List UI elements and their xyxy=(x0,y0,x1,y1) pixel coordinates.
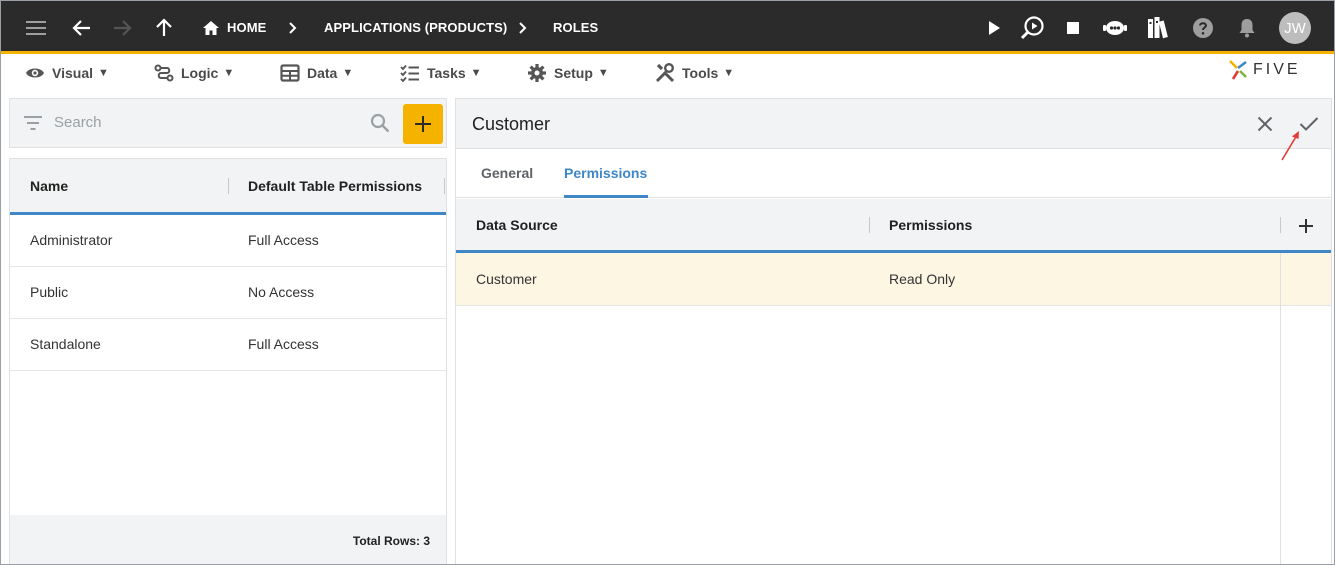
table-icon xyxy=(280,64,300,82)
breadcrumb-roles[interactable]: ROLES xyxy=(553,1,598,54)
table-row[interactable]: Public No Access xyxy=(10,267,446,319)
library-books-icon[interactable] xyxy=(1145,1,1173,54)
column-header-name[interactable]: Name xyxy=(30,178,68,194)
five-logo-mark-icon xyxy=(1229,60,1247,80)
logic-flow-icon xyxy=(154,64,174,82)
search-icon[interactable] xyxy=(370,113,390,133)
table-row[interactable]: Standalone Full Access xyxy=(10,319,446,371)
tab-permissions[interactable]: Permissions xyxy=(564,165,647,181)
column-divider[interactable] xyxy=(869,217,870,233)
caret-down-icon: ▼ xyxy=(723,67,735,79)
row-permissions: Read Only xyxy=(889,271,956,287)
form-header: Customer xyxy=(456,99,1331,149)
search-box: Search xyxy=(9,98,447,148)
roles-list: Name Default Table Permissions Administr… xyxy=(9,158,447,564)
record-form: Customer General Permissions Data Source… xyxy=(455,98,1332,564)
add-record-button[interactable] xyxy=(403,104,443,144)
help-icon[interactable] xyxy=(1191,1,1215,54)
plus-icon xyxy=(415,116,431,132)
menu-logic[interactable]: Logic ▼ xyxy=(154,54,234,92)
five-logo: FIVE xyxy=(1228,59,1301,81)
chevron-right-icon xyxy=(287,1,299,54)
column-header-permissions[interactable]: Permissions xyxy=(889,217,972,233)
permissions-grid-header: Data Source Permissions xyxy=(456,199,1331,253)
filter-icon[interactable] xyxy=(24,116,42,130)
close-button[interactable] xyxy=(1252,111,1278,137)
table-row[interactable]: Administrator Full Access xyxy=(10,215,446,267)
menu-visual-label: Visual xyxy=(52,65,93,81)
column-divider[interactable] xyxy=(228,178,229,194)
up-arrow-icon[interactable] xyxy=(151,1,177,54)
form-title: Customer xyxy=(472,114,551,134)
chat-bot-icon[interactable] xyxy=(1101,1,1129,54)
menu-tools[interactable]: Tools ▼ xyxy=(655,54,734,92)
tools-icon xyxy=(655,63,675,83)
menu-tools-label: Tools xyxy=(682,65,719,81)
debug-search-play-icon[interactable] xyxy=(1019,1,1047,54)
chevron-right-icon xyxy=(517,1,529,54)
row-permission: Full Access xyxy=(248,336,319,352)
row-permission: No Access xyxy=(248,284,315,300)
top-bar: HOME APPLICATIONS (PRODUCTS) ROLES JW xyxy=(1,1,1334,54)
form-tabs: General Permissions xyxy=(456,149,1331,198)
back-arrow-icon[interactable] xyxy=(69,1,95,54)
app-window: HOME APPLICATIONS (PRODUCTS) ROLES JW Vi… xyxy=(0,0,1335,565)
menu-data-label: Data xyxy=(307,65,338,81)
close-icon xyxy=(1257,116,1273,132)
gear-icon xyxy=(528,64,546,82)
notifications-bell-icon[interactable] xyxy=(1235,1,1259,54)
list-footer: Total Rows: 3 xyxy=(10,515,446,564)
five-logo-text: FIVE xyxy=(1253,61,1301,78)
hamburger-menu-icon[interactable] xyxy=(23,1,51,54)
breadcrumb-applications[interactable]: APPLICATIONS (PRODUCTS) xyxy=(324,1,507,54)
menu-visual[interactable]: Visual ▼ xyxy=(25,54,109,92)
table-row[interactable]: Customer Read Only xyxy=(456,253,1331,306)
row-data-source: Customer xyxy=(476,271,537,287)
row-name: Standalone xyxy=(30,336,101,352)
search-input[interactable]: Search xyxy=(54,114,102,131)
menu-tasks[interactable]: Tasks ▼ xyxy=(400,54,482,92)
menu-logic-label: Logic xyxy=(181,65,219,81)
forward-arrow-icon[interactable] xyxy=(109,1,135,54)
home-icon[interactable] xyxy=(201,1,221,54)
column-divider[interactable] xyxy=(444,178,445,194)
menu-tasks-label: Tasks xyxy=(427,65,466,81)
add-permission-plus-icon[interactable] xyxy=(1299,219,1313,233)
menu-data[interactable]: Data ▼ xyxy=(280,54,353,92)
active-tab-indicator xyxy=(564,195,648,198)
breadcrumb-home[interactable]: HOME xyxy=(227,1,266,54)
stop-icon[interactable] xyxy=(1063,1,1083,54)
row-name: Public xyxy=(30,284,69,300)
menu-setup-label: Setup xyxy=(554,65,593,81)
column-header-data-source[interactable]: Data Source xyxy=(476,217,558,233)
grid-action-column-divider xyxy=(1280,253,1281,564)
caret-down-icon: ▼ xyxy=(597,67,609,79)
list-header: Name Default Table Permissions xyxy=(10,159,446,215)
caret-down-icon: ▼ xyxy=(342,67,354,79)
menu-bar: Visual ▼ Logic ▼ Data ▼ Tasks ▼ Setup ▼ … xyxy=(1,54,1334,92)
row-name: Administrator xyxy=(30,232,113,248)
user-avatar[interactable]: JW xyxy=(1279,12,1311,44)
menu-setup[interactable]: Setup ▼ xyxy=(527,54,609,92)
column-divider[interactable] xyxy=(1280,217,1281,233)
column-header-default-permissions[interactable]: Default Table Permissions xyxy=(248,178,422,194)
row-permission: Full Access xyxy=(248,232,319,248)
caret-down-icon: ▼ xyxy=(223,67,235,79)
caret-down-icon: ▼ xyxy=(470,67,482,79)
caret-down-icon: ▼ xyxy=(98,67,109,79)
checklist-icon xyxy=(400,64,419,82)
tab-general[interactable]: General xyxy=(481,165,533,181)
eye-icon xyxy=(26,68,44,78)
run-play-icon[interactable] xyxy=(983,1,1005,54)
annotation-arrow-icon xyxy=(1281,131,1299,161)
total-rows: Total Rows: 3 xyxy=(352,534,430,548)
